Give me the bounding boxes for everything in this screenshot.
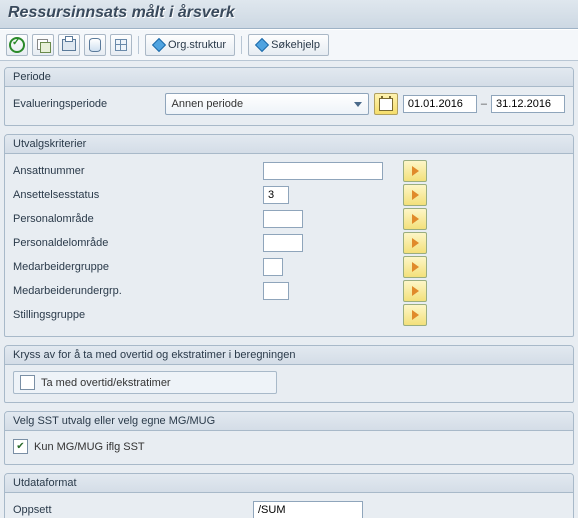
search-help-button[interactable]: Søkehjelp [248, 34, 329, 56]
criteria-label: Personalområde [13, 213, 263, 225]
criteria-input[interactable] [263, 186, 289, 204]
arrow-right-icon [412, 190, 419, 200]
criteria-row: Stillingsgruppe [13, 304, 565, 326]
save-button[interactable] [84, 34, 106, 56]
page-title: Ressursinnsats målt i årsverk [8, 4, 235, 21]
variant-button[interactable] [32, 34, 54, 56]
toolbar-separator [138, 36, 139, 54]
eval-period-value: Annen periode [172, 98, 244, 110]
criteria-input[interactable] [263, 210, 303, 228]
eval-period-select[interactable]: Annen periode [165, 93, 369, 115]
date-from-input[interactable] [403, 95, 477, 113]
title-bar: Ressursinnsats målt i årsverk [0, 0, 578, 29]
overtid-label: Ta med overtid/ekstratimer [41, 377, 171, 389]
arrow-right-icon [412, 238, 419, 248]
date-to-input[interactable] [491, 95, 565, 113]
multiple-selection-button[interactable] [403, 184, 427, 206]
toolbar: Org.struktur Søkehjelp [0, 29, 578, 61]
criteria-label: Ansattnummer [13, 165, 263, 177]
criteria-input[interactable] [263, 282, 289, 300]
calendar-icon [379, 98, 393, 111]
print-icon [62, 39, 76, 51]
org-structure-label: Org.struktur [168, 39, 226, 51]
overtid-checkbox[interactable] [20, 375, 35, 390]
multiple-selection-button[interactable] [403, 232, 427, 254]
criteria-label: Medarbeidergruppe [13, 261, 263, 273]
overtid-container: Ta med overtid/ekstratimer [13, 371, 277, 394]
group-sst: Velg SST utvalg eller velg egne MG/MUG K… [4, 411, 574, 465]
group-periode: Periode Evalueringsperiode Annen periode… [4, 67, 574, 126]
calendar-button[interactable] [374, 93, 397, 115]
grid-button[interactable] [110, 34, 132, 56]
arrow-right-icon [412, 286, 419, 296]
criteria-row: Personalområde [13, 208, 565, 230]
group-header-periode: Periode [5, 68, 573, 87]
group-utdata: Utdataformat Oppsett [4, 473, 574, 518]
multiple-selection-button[interactable] [403, 208, 427, 230]
execute-icon [9, 37, 25, 53]
grid-icon [115, 39, 127, 51]
criteria-label: Stillingsgruppe [13, 309, 263, 321]
search-help-label: Søkehjelp [271, 39, 320, 51]
variant-icon [37, 39, 49, 51]
eval-period-label: Evalueringsperiode [13, 98, 165, 110]
criteria-row: Medarbeiderundergrp. [13, 280, 565, 302]
diamond-icon [255, 38, 269, 52]
group-utvalg: Utvalgskriterier Ansattnummer Ansettelses… [4, 134, 574, 337]
toolbar-separator [241, 36, 242, 54]
criteria-row: Ansattnummer [13, 160, 565, 182]
criteria-row: Personaldelområde [13, 232, 565, 254]
execute-button[interactable] [6, 34, 28, 56]
sst-checkbox[interactable] [13, 439, 28, 454]
sst-label: Kun MG/MUG iflg SST [34, 441, 145, 453]
diamond-icon [152, 38, 166, 52]
group-header-utdata: Utdataformat [5, 474, 573, 493]
multiple-selection-button[interactable] [403, 256, 427, 278]
group-header-overtid: Kryss av for å ta med overtid og ekstrat… [5, 346, 573, 365]
oppsett-label: Oppsett [13, 504, 253, 516]
arrow-right-icon [412, 214, 419, 224]
group-header-utvalg: Utvalgskriterier [5, 135, 573, 154]
org-structure-button[interactable]: Org.struktur [145, 34, 235, 56]
criteria-label: Ansettelsesstatus [13, 189, 263, 201]
oppsett-input[interactable] [253, 501, 363, 518]
print-button[interactable] [58, 34, 80, 56]
multiple-selection-button[interactable] [403, 280, 427, 302]
criteria-row: Medarbeidergruppe [13, 256, 565, 278]
arrow-right-icon [412, 166, 419, 176]
criteria-input[interactable] [263, 162, 383, 180]
arrow-right-icon [412, 310, 419, 320]
criteria-input[interactable] [263, 258, 283, 276]
criteria-row: Ansettelsesstatus [13, 184, 565, 206]
arrow-right-icon [412, 262, 419, 272]
database-icon [89, 38, 101, 52]
criteria-label: Personaldelområde [13, 237, 263, 249]
multiple-selection-button[interactable] [403, 304, 427, 326]
multiple-selection-button[interactable] [403, 160, 427, 182]
date-dash: – [481, 98, 487, 110]
group-overtid: Kryss av for å ta med overtid og ekstrat… [4, 345, 574, 403]
group-header-sst: Velg SST utvalg eller velg egne MG/MUG [5, 412, 573, 431]
criteria-input[interactable] [263, 234, 303, 252]
criteria-label: Medarbeiderundergrp. [13, 285, 263, 297]
